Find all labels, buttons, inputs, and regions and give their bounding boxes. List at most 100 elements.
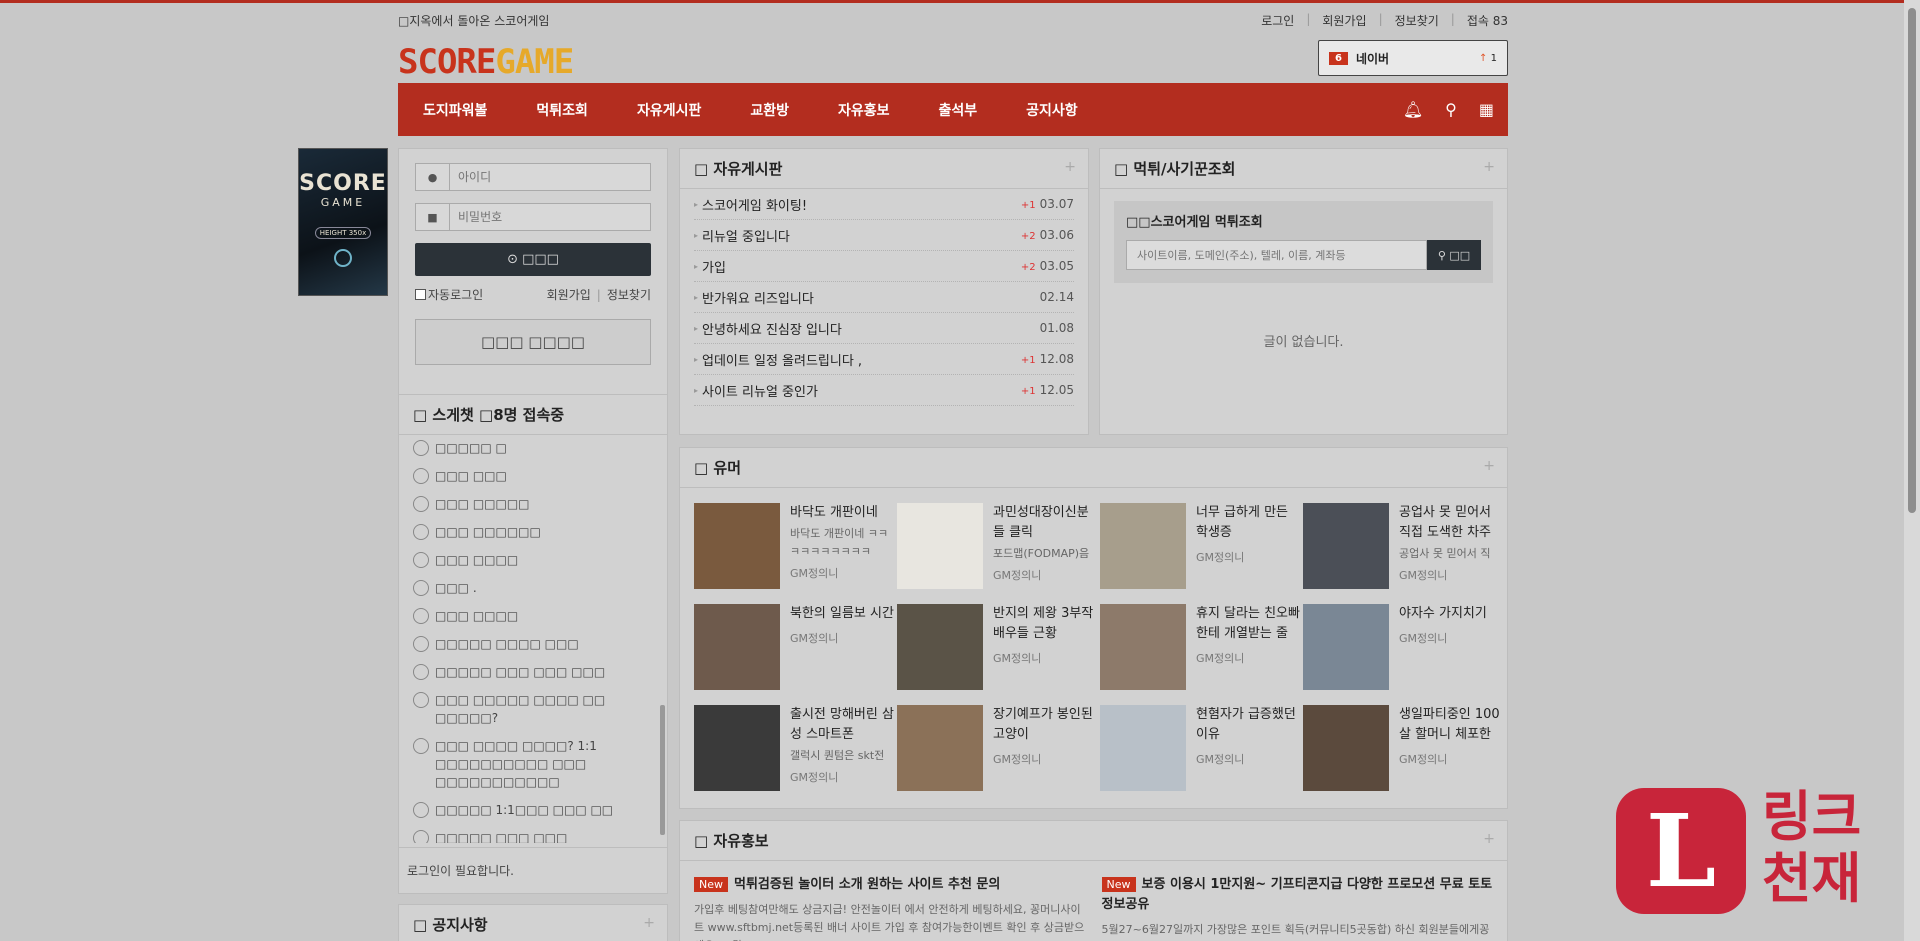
banner-ring-icon <box>334 249 352 267</box>
auto-login-label[interactable]: 자동로그인 <box>428 286 483 303</box>
card-title[interactable]: 휴지 달라는 친오빠한테 개열받는 줄 휘보기 <box>1196 604 1301 644</box>
humor-card[interactable]: 휴지 달라는 친오빠한테 개열받는 줄 휘보기 GM정의니 <box>1100 604 1301 705</box>
list-item[interactable]: 사이트 리뉴얼 중인가 +112.05 <box>694 375 1074 406</box>
nav-item-attendance[interactable]: 출석부 <box>939 100 978 120</box>
promo-item[interactable]: New 보증 이용시 1만지원~ 기프티콘지급 다양한 프로모션 무료 토토 정보… <box>1101 875 1494 941</box>
thumbnail-image[interactable] <box>694 503 780 589</box>
thumbnail-image[interactable] <box>1100 705 1186 791</box>
nav-item-notice[interactable]: 공지사항 <box>1026 100 1078 120</box>
thumbnail-image[interactable] <box>897 503 983 589</box>
humor-card[interactable]: 북한의 일름보 시간 GM정의니 <box>694 604 895 705</box>
card-title[interactable]: 반지의 제왕 3부작 배우들 근황 <box>993 604 1098 644</box>
card-title[interactable]: 공업사 못 믿어서 직접 도색한 차주 <box>1399 503 1504 543</box>
humor-card[interactable]: 생일파티중인 100살 할머니 체포한 경찰 GM정의니 <box>1303 705 1504 806</box>
promo-item[interactable]: New 먹튀검증된 놀이터 소개 원하는 사이트 추천 문의 가입후 베팅참여만해도… <box>694 875 1086 941</box>
list-item[interactable]: 반가워요 리즈입니다 02.14 <box>694 282 1074 313</box>
scam-search-button[interactable]: ⚲ □□ <box>1427 240 1481 270</box>
thumbnail-image[interactable] <box>897 705 983 791</box>
trending-rank[interactable]: 6 네이버 ↑ 1 <box>1318 40 1508 76</box>
card-title[interactable]: 출시전 망해버린 삼성 스마트폰 <box>790 705 895 745</box>
chat-login-required: 로그인이 필요합니다. <box>399 847 667 893</box>
promo-title: □ 자유홍보 <box>694 832 769 850</box>
thumbnail-image[interactable] <box>1303 705 1389 791</box>
site-logo[interactable]: SCOREGAME <box>398 42 574 82</box>
list-item[interactable]: 가입 +203.05 <box>694 251 1074 282</box>
login-button[interactable]: ⊙ □□□ <box>415 243 651 276</box>
signup-link-small[interactable]: 회원가입 <box>547 288 591 302</box>
thumbnail-image[interactable] <box>1303 604 1389 690</box>
password-input[interactable] <box>450 204 650 230</box>
thumbnail-image[interactable] <box>694 705 780 791</box>
avatar-icon <box>413 636 429 652</box>
list-item[interactable]: 안녕하세요 진심장 입니다 01.08 <box>694 313 1074 344</box>
promo-more-icon[interactable]: + <box>1483 831 1495 847</box>
auto-login-checkbox[interactable] <box>415 289 426 300</box>
search-icon: ⚲ <box>1437 248 1450 262</box>
nav-item-free-board[interactable]: 자유게시판 <box>637 100 701 120</box>
card-title[interactable]: 북한의 일름보 시간 <box>790 604 894 624</box>
login-link[interactable]: 로그인 <box>1261 12 1294 29</box>
humor-card[interactable]: 장기예프가 봉인된 고양이 GM정의니 <box>897 705 1098 806</box>
card-title[interactable]: 장기예프가 봉인된 고양이 <box>993 705 1098 745</box>
thumbnail-image[interactable] <box>897 604 983 690</box>
bell-icon[interactable]: 🔔︎ <box>1403 100 1423 119</box>
card-title[interactable]: 현혐자가 급증했던 이유 <box>1196 705 1301 745</box>
humor-card[interactable]: 현혐자가 급증했던 이유 GM정의니 <box>1100 705 1301 806</box>
scam-search-input[interactable] <box>1126 240 1427 270</box>
card-title[interactable]: 야자수 가지치기 <box>1399 604 1487 624</box>
thumbnail-image[interactable] <box>1100 503 1186 589</box>
card-title[interactable]: 과민성대장이신분들 클릭 <box>993 503 1098 543</box>
login-panel: ● ■ ⊙ □□□ 자동로그인 회원가입|정보찾기 □□□ □□□□ <box>398 148 668 416</box>
scrollbar-thumb[interactable] <box>1908 8 1916 513</box>
card-desc: 바닥도 개판이네 ㅋㅋㅋㅋㅋㅋㅋㅋㅋㅋ <box>790 527 889 558</box>
card-title[interactable]: 생일파티중인 100살 할머니 체포한 경찰 <box>1399 705 1504 745</box>
notice-more-icon[interactable]: + <box>643 915 655 931</box>
side-banner[interactable]: SCORE GAME HEIGHT 350x <box>298 148 388 296</box>
humor-card[interactable]: 과민성대장이신분들 클릭 포드맵(FODMAP)음 GM정의니 <box>897 503 1098 604</box>
card-title[interactable]: 바닥도 개판이네 <box>790 503 895 523</box>
humor-card[interactable]: 바닥도 개판이네 바닥도 개판이네 ㅋㅋㅋㅋㅋㅋㅋㅋㅋㅋ GM정의니 <box>694 503 895 604</box>
humor-grid: 바닥도 개판이네바닥도 개판이네 ㅋㅋㅋㅋㅋㅋㅋㅋㅋㅋ GM정의니 과민성대장이신분… <box>680 488 1507 806</box>
free-board-title: □ 자유게시판 <box>694 160 783 178</box>
find-link-small[interactable]: 정보찾기 <box>607 288 651 302</box>
large-action-button[interactable]: □□□ □□□□ <box>415 319 651 365</box>
scam-more-icon[interactable]: + <box>1483 159 1495 175</box>
nav-item-exchange[interactable]: 교환방 <box>750 100 789 120</box>
id-input[interactable] <box>450 164 650 190</box>
comment-count: +1 <box>1020 200 1036 211</box>
humor-card[interactable]: 너무 급하게 만든 학생증 GM정의니 <box>1100 503 1301 604</box>
nav-item-promo[interactable]: 자유홍보 <box>838 100 890 120</box>
avatar-icon <box>413 496 429 512</box>
banner-badge: HEIGHT 350x <box>315 227 371 239</box>
card-author: GM정의니 <box>993 652 1042 665</box>
grid-icon[interactable]: ▦ <box>1479 100 1494 119</box>
card-title[interactable]: 너무 급하게 만든 학생증 <box>1196 503 1301 543</box>
thumbnail-image[interactable] <box>1303 503 1389 589</box>
list-item[interactable]: 업데이트 일정 올려드립니다 , +112.08 <box>694 344 1074 375</box>
humor-card[interactable]: 출시전 망해버린 삼성 스마트폰 갤럭시 퀀텀은 skt전 GM정의니 <box>694 705 895 806</box>
nav-item-powerball[interactable]: 도지파워볼 <box>423 100 487 120</box>
rank-change: ↑ 1 <box>1479 52 1497 64</box>
list-item[interactable]: 스코어게임 화이팅! +103.07 <box>694 189 1074 220</box>
humor-card[interactable]: 야자수 가지치기 GM정의니 <box>1303 604 1504 705</box>
page-scrollbar[interactable] <box>1904 0 1920 941</box>
find-info-link[interactable]: 정보찾기 <box>1395 12 1439 29</box>
free-board-panel: □ 자유게시판 + 스코어게임 화이팅!+103.07리뉴얼 중입니다+203.0… <box>679 148 1089 435</box>
humor-card[interactable]: 반지의 제왕 3부작 배우들 근황 GM정의니 <box>897 604 1098 705</box>
chat-messages[interactable]: □□□□□ □ □□□ □□□ □□□ □□□□□ □□□ □□□□□□ □□□ □□□… <box>399 435 667 843</box>
chat-message: □□□□□ □□□ □□□ □□□ <box>413 663 657 681</box>
list-item[interactable]: 리뉴얼 중입니다 +203.06 <box>694 220 1074 251</box>
free-board-more-icon[interactable]: + <box>1064 159 1076 175</box>
nav-item-scam-check[interactable]: 먹튀조회 <box>536 100 588 120</box>
humor-more-icon[interactable]: + <box>1483 458 1495 474</box>
promo-list: New 먹튀검증된 놀이터 소개 원하는 사이트 추천 문의 가입후 베팅참여만해도… <box>680 861 1507 941</box>
card-author: GM정의니 <box>993 753 1042 766</box>
promo-panel: □ 자유홍보 + New 먹튀검증된 놀이터 소개 원하는 사이트 추천 문의 가입후… <box>679 820 1508 941</box>
post-title: 리뉴얼 중입니다 <box>702 229 790 245</box>
chat-scrollbar[interactable] <box>660 705 665 835</box>
signup-link[interactable]: 회원가입 <box>1322 12 1366 29</box>
thumbnail-image[interactable] <box>1100 604 1186 690</box>
thumbnail-image[interactable] <box>694 604 780 690</box>
search-icon[interactable]: ⚲ <box>1445 100 1457 119</box>
humor-card[interactable]: 공업사 못 믿어서 직접 도색한 차주 공업사 못 믿어서 직 GM정의니 <box>1303 503 1504 604</box>
